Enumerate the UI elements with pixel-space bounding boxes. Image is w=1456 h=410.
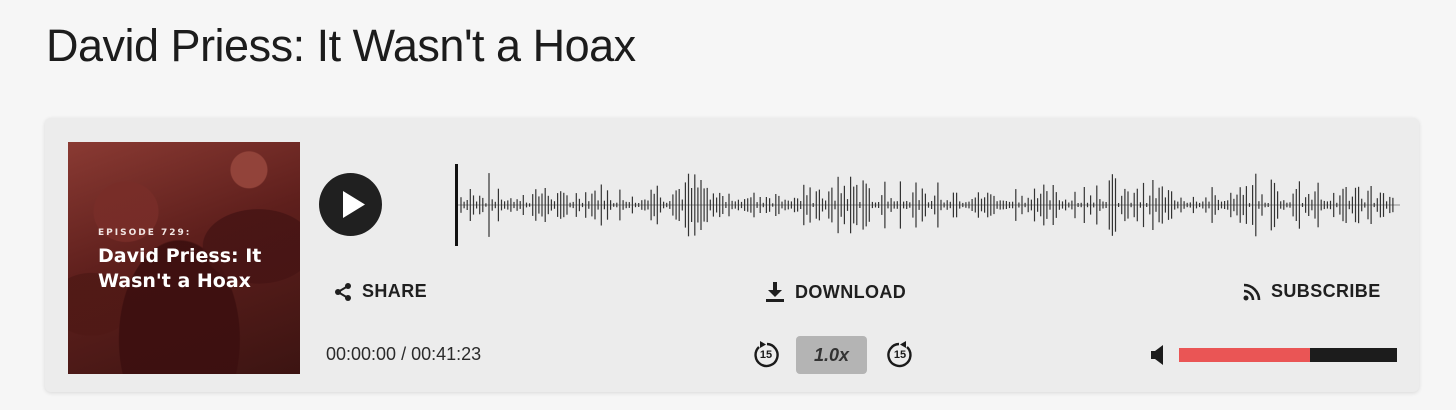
download-icon <box>766 282 784 302</box>
skip-forward-button[interactable]: 15 <box>885 340 915 370</box>
share-button[interactable]: SHARE <box>333 281 427 302</box>
audio-player: EPISODE 729: David Priess: It Wasn't a H… <box>45 118 1419 392</box>
playback-speed-button[interactable]: 1.0x <box>796 336 867 374</box>
cover-episode-label: EPISODE 729: <box>98 228 192 238</box>
playback-time: 00:00:00 / 00:41:23 <box>326 344 482 364</box>
skip-back-seconds: 15 <box>759 349 773 361</box>
skip-back-button[interactable]: 15 <box>751 340 781 370</box>
share-label: SHARE <box>362 281 428 301</box>
download-label: DOWNLOAD <box>795 281 907 302</box>
play-button[interactable] <box>319 173 382 236</box>
volume-icon[interactable] <box>1150 344 1170 366</box>
volume-slider[interactable] <box>1179 348 1397 362</box>
waveform-seekbar[interactable] <box>455 163 1400 247</box>
play-icon <box>343 191 365 218</box>
page-title: David Priess: It Wasn't a Hoax <box>46 20 636 71</box>
share-icon <box>335 282 351 301</box>
download-button[interactable]: DOWNLOAD <box>764 281 906 303</box>
rss-icon <box>1243 283 1261 300</box>
volume-level-fill <box>1179 348 1310 362</box>
subscribe-button[interactable]: SUBSCRIBE <box>1242 281 1381 302</box>
cover-episode-title: David Priess: It Wasn't a Hoax <box>98 245 262 292</box>
playhead[interactable] <box>455 164 458 246</box>
subscribe-label: SUBSCRIBE <box>1271 281 1381 301</box>
episode-cover-art: EPISODE 729: David Priess: It Wasn't a H… <box>68 142 300 374</box>
skip-forward-seconds: 15 <box>893 349 907 361</box>
